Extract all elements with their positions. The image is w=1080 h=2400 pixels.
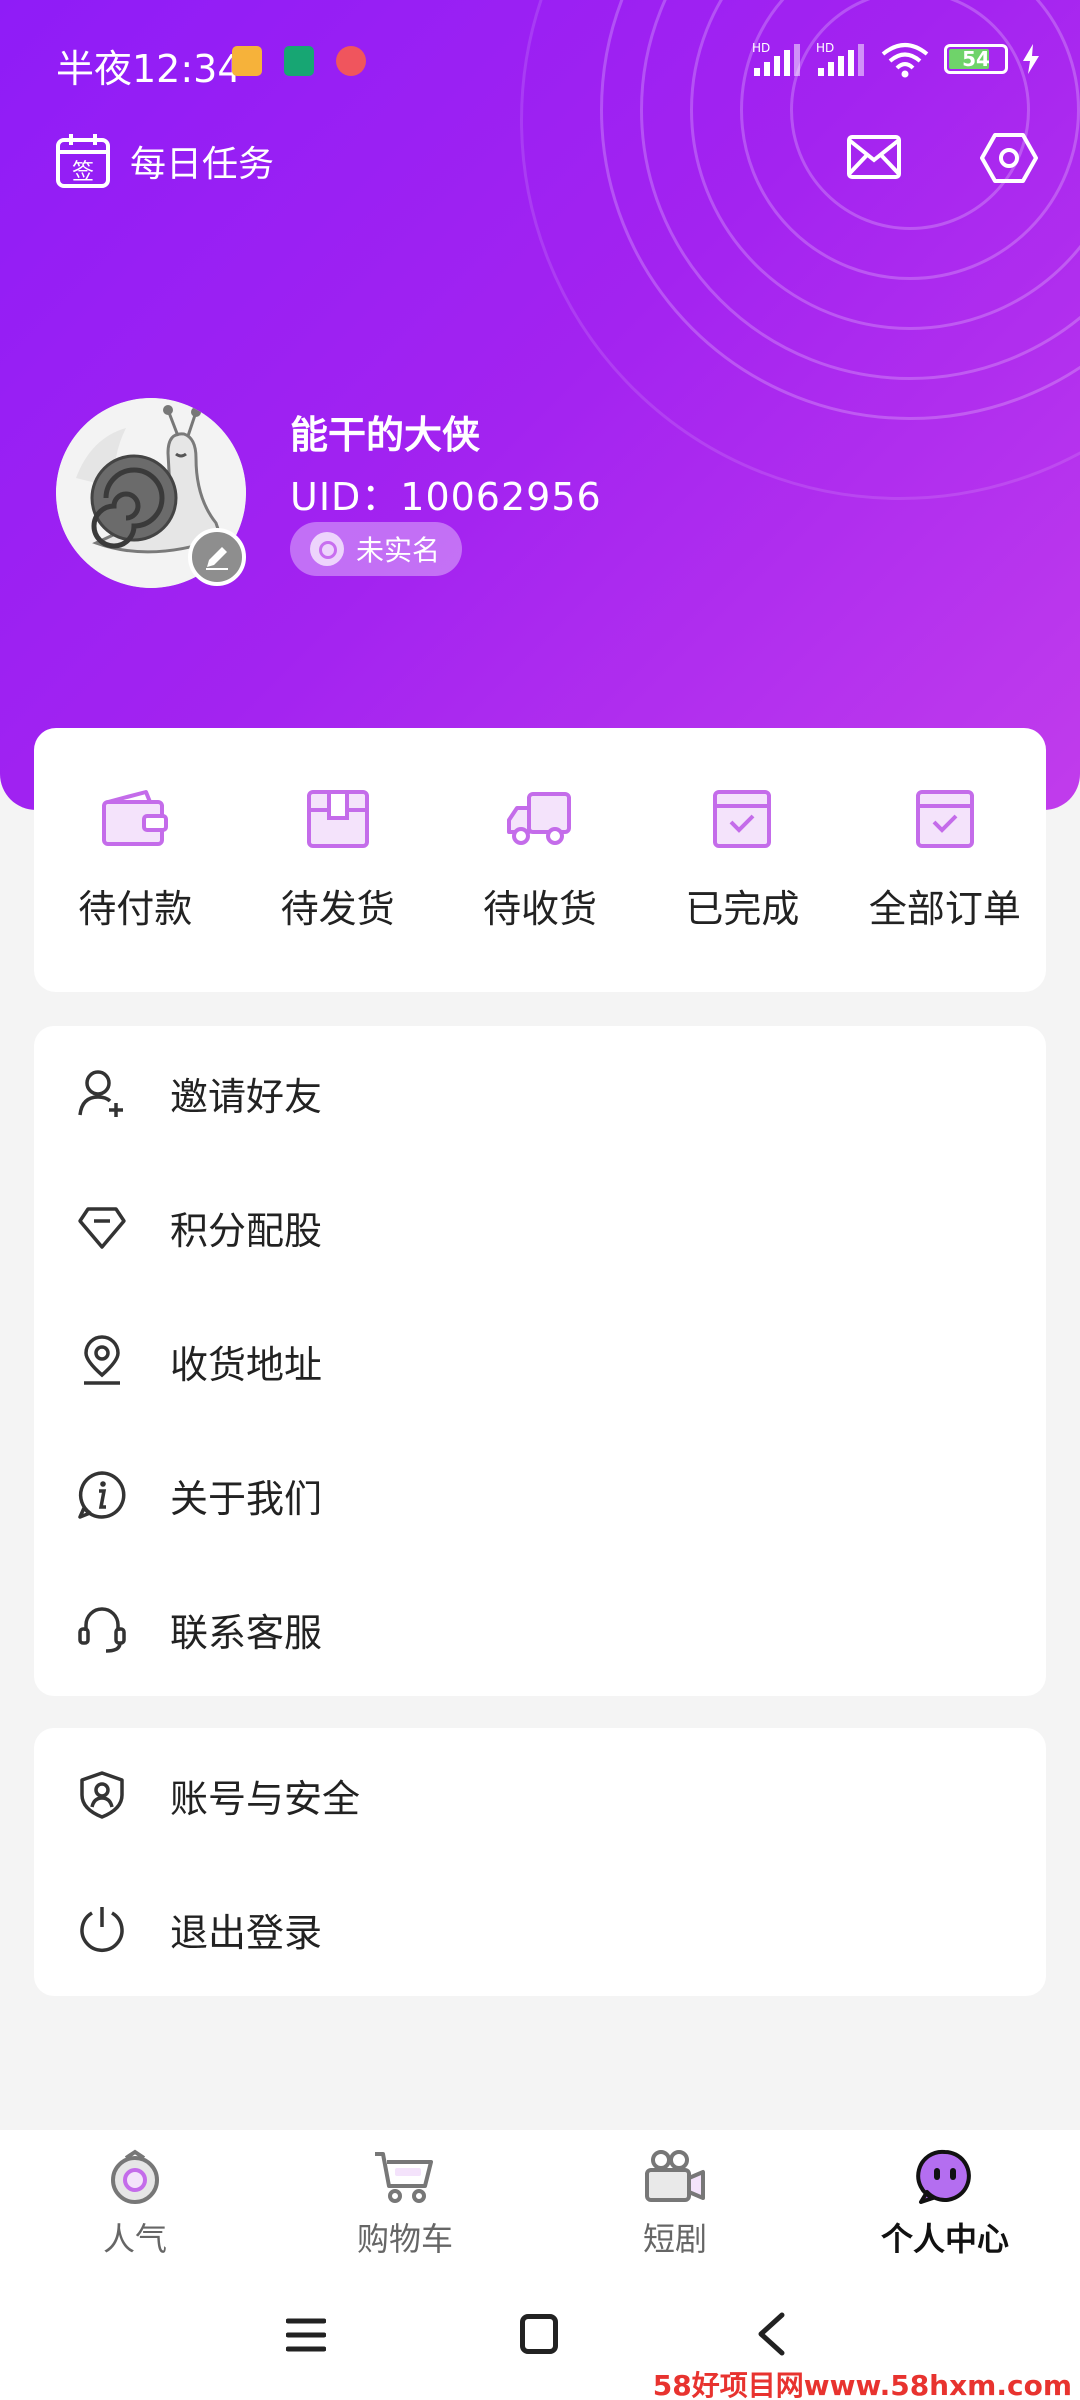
- order-shortcuts-card: 待付款 待发货 待收货 已完成 全部订单: [34, 728, 1046, 992]
- back-button[interactable]: [756, 2312, 786, 2360]
- order-label: 待发货: [280, 887, 395, 931]
- nav-label: 个人中心: [880, 2220, 1009, 2258]
- verification-badge[interactable]: 未实名: [290, 522, 463, 576]
- order-pending-payment[interactable]: 待付款: [34, 728, 236, 992]
- music-notification-icon: [336, 46, 366, 76]
- headset-icon: [74, 1601, 130, 1657]
- menu-label: 联系客服: [170, 1610, 323, 1655]
- menu-item-logout[interactable]: 退出登录: [34, 1862, 1046, 1996]
- status-bar: 半夜12:34 HD HD 54: [0, 0, 1080, 124]
- bottom-navigation: 人气 购物车 短剧 个人中心: [0, 2130, 1080, 2270]
- wallet-icon: [102, 790, 169, 846]
- menu-item-shipping-address[interactable]: 收货地址: [34, 1294, 1046, 1428]
- menu-item-about-us[interactable]: 关于我们: [34, 1428, 1046, 1562]
- popularity-icon: [111, 2149, 159, 2204]
- box-check-icon: [713, 790, 772, 848]
- status-right: HD HD 54: [752, 40, 1040, 78]
- menu-item-points-shares[interactable]: 积分配股: [34, 1160, 1046, 1294]
- daily-tasks-button[interactable]: 签 每日任务: [54, 132, 274, 190]
- user-nickname: 能干的大侠: [290, 413, 481, 457]
- edit-avatar-button[interactable]: [188, 528, 246, 586]
- wifi-icon: [881, 43, 929, 78]
- menu-label: 邀请好友: [170, 1074, 323, 1119]
- nav-label: 购物车: [356, 2220, 453, 2258]
- status-time: 半夜12:34: [56, 47, 242, 91]
- order-label: 已完成: [685, 887, 800, 931]
- battery-icon: 54: [944, 44, 1008, 74]
- profile-face-icon: [916, 2149, 971, 2204]
- order-all[interactable]: 全部订单: [844, 728, 1046, 992]
- menu-label: 关于我们: [170, 1476, 323, 1521]
- shield-user-icon: [74, 1767, 130, 1823]
- pencil-icon: [206, 547, 228, 570]
- message-notification-icon: [232, 46, 262, 76]
- menu-label: 积分配股: [170, 1208, 323, 1253]
- menu-item-account-security[interactable]: 账号与安全: [34, 1728, 1046, 1862]
- diamond-icon: [74, 1199, 130, 1255]
- settings-hexagon-icon: [980, 133, 1038, 183]
- mail-icon: [847, 135, 901, 179]
- package-icon: [306, 790, 369, 848]
- order-label: 待付款: [78, 887, 193, 931]
- location-pin-icon: [74, 1333, 130, 1389]
- settings-button[interactable]: [980, 132, 1038, 188]
- menu-label: 账号与安全: [170, 1776, 361, 1821]
- svg-text:HD: HD: [816, 41, 834, 55]
- box-check-icon: [915, 790, 974, 848]
- info-icon: [74, 1467, 130, 1523]
- user-add-icon: [74, 1065, 130, 1121]
- daily-tasks-label: 每日任务: [130, 144, 275, 185]
- signal-icon: HD: [752, 41, 800, 76]
- charging-icon: [1023, 44, 1039, 74]
- download-notification-icon: [284, 46, 314, 76]
- menu-item-invite-friends[interactable]: 邀请好友: [34, 1026, 1046, 1160]
- verification-status: 未实名: [356, 534, 441, 567]
- account-card: 账号与安全 退出登录: [34, 1728, 1046, 1996]
- menu-item-customer-service[interactable]: 联系客服: [34, 1562, 1046, 1696]
- nav-label: 人气: [102, 2220, 167, 2258]
- cart-icon: [375, 2152, 433, 2203]
- menu-card: 邀请好友 积分配股 收货地址 关于我们 联系客服: [34, 1026, 1046, 1696]
- order-completed[interactable]: 已完成: [641, 728, 843, 992]
- recent-apps-button[interactable]: [285, 2316, 327, 2358]
- nav-popularity[interactable]: 人气: [0, 2130, 270, 2270]
- nav-cart[interactable]: 购物车: [270, 2130, 540, 2270]
- nav-short-drama[interactable]: 短剧: [540, 2130, 810, 2270]
- video-camera-icon: [645, 2150, 705, 2202]
- nav-label: 短剧: [642, 2220, 707, 2258]
- watermark: 58好项目网www.58hxm.com: [652, 2369, 1072, 2400]
- signal-icon: HD: [816, 41, 864, 76]
- truck-icon: [507, 792, 572, 845]
- calendar-sign-icon: 签: [56, 134, 110, 188]
- menu-label: 收货地址: [170, 1342, 323, 1387]
- home-button[interactable]: [520, 2314, 558, 2354]
- svg-text:HD: HD: [752, 41, 770, 55]
- menu-lines-icon: [285, 2318, 327, 2352]
- user-uid: UID：10062956: [290, 475, 602, 519]
- order-pending-shipment[interactable]: 待发货: [236, 728, 438, 992]
- svg-text:签: 签: [72, 160, 94, 185]
- verification-icon: [310, 532, 344, 566]
- order-pending-receipt[interactable]: 待收货: [439, 728, 641, 992]
- chevron-left-icon: [758, 2312, 785, 2356]
- nav-profile[interactable]: 个人中心: [810, 2130, 1080, 2270]
- notification-icons: [232, 46, 366, 76]
- menu-label: 退出登录: [170, 1910, 323, 1955]
- power-icon: [74, 1901, 130, 1957]
- order-label: 全部订单: [868, 887, 1021, 931]
- order-label: 待收货: [483, 887, 598, 931]
- mail-button[interactable]: [846, 134, 902, 184]
